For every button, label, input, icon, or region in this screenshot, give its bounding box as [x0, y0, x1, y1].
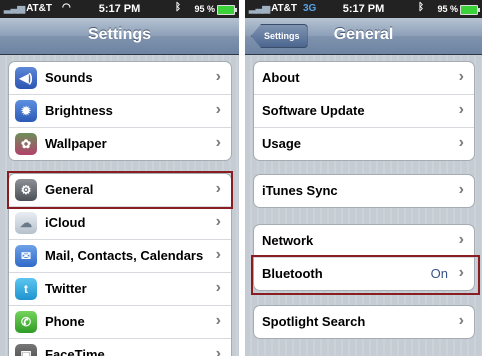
chevron-right-icon: › — [215, 279, 221, 296]
bluetooth-icon: ᛒ — [418, 2, 424, 13]
gear-icon: ⚙ — [15, 179, 37, 201]
chevron-right-icon: › — [215, 312, 221, 329]
battery-percent: 95 % — [194, 4, 215, 14]
general-row-software-update[interactable]: Software Update › — [254, 95, 474, 128]
status-bar: ▂▃▅ AT&T 3G 5:17 PM ᛒ 95 % — [245, 0, 482, 18]
chevron-right-icon: › — [458, 134, 464, 151]
envelope-icon: ✉ — [15, 245, 37, 267]
chevron-right-icon: › — [215, 345, 221, 356]
flower-icon: ✿ — [15, 133, 37, 155]
page-title: Settings — [87, 26, 152, 43]
battery-icon — [217, 5, 237, 15]
general-group-1: About › Software Update › Usage › — [253, 61, 475, 161]
settings-row-phone[interactable]: ✆ Phone › — [9, 306, 231, 339]
general-row-itunes-sync[interactable]: iTunes Sync › — [254, 175, 474, 207]
settings-row-twitter[interactable]: t Twitter › — [9, 273, 231, 306]
general-row-usage[interactable]: Usage › — [254, 128, 474, 160]
settings-row-sounds[interactable]: ◀) Sounds › — [9, 62, 231, 95]
cloud-icon: ☁ — [15, 212, 37, 234]
chevron-right-icon: › — [458, 181, 464, 198]
chevron-right-icon: › — [215, 246, 221, 263]
settings-row-brightness[interactable]: ✹ Brightness › — [9, 95, 231, 128]
bluetooth-icon: ᛒ — [175, 2, 181, 13]
chevron-right-icon: › — [458, 68, 464, 85]
settings-group-1: ◀) Sounds › ✹ Brightness › ✿ Wallpaper › — [8, 61, 232, 161]
general-row-bluetooth[interactable]: Bluetooth On › — [254, 258, 474, 290]
general-row-spotlight-search[interactable]: Spotlight Search › — [254, 306, 474, 338]
nav-bar: Settings General — [245, 18, 482, 55]
general-group-2: iTunes Sync › — [253, 174, 475, 208]
general-row-about[interactable]: About › — [254, 62, 474, 95]
chevron-right-icon: › — [215, 101, 221, 118]
settings-screen: ▂▃▅ AT&T ◠ 5:17 PM ᛒ 95 % Settings ◀) Sou… — [0, 0, 239, 356]
chevron-right-icon: › — [458, 264, 464, 281]
page-title: General — [333, 26, 394, 43]
chevron-right-icon: › — [215, 213, 221, 230]
chevron-right-icon: › — [458, 231, 464, 248]
speaker-icon: ◀) — [15, 67, 37, 89]
status-bar: ▂▃▅ AT&T ◠ 5:17 PM ᛒ 95 % — [0, 0, 239, 18]
settings-row-icloud[interactable]: ☁ iCloud › — [9, 207, 231, 240]
chevron-right-icon: › — [215, 180, 221, 197]
chevron-right-icon: › — [458, 101, 464, 118]
chevron-right-icon: › — [215, 134, 221, 151]
settings-row-mail[interactable]: ✉ Mail, Contacts, Calendars › — [9, 240, 231, 273]
settings-row-general[interactable]: ⚙ General › — [9, 174, 231, 207]
chevron-right-icon: › — [215, 68, 221, 85]
phone-icon: ✆ — [15, 311, 37, 333]
battery-icon — [460, 5, 480, 15]
bluetooth-value: On — [430, 266, 448, 281]
general-group-3: Network › Bluetooth On › — [253, 224, 475, 291]
battery-percent: 95 % — [437, 4, 458, 14]
general-row-network[interactable]: Network › — [254, 225, 474, 258]
settings-row-wallpaper[interactable]: ✿ Wallpaper › — [9, 128, 231, 160]
general-group-4: Spotlight Search › — [253, 305, 475, 339]
settings-group-2: ⚙ General › ☁ iCloud › ✉ Mail, Contacts,… — [8, 173, 232, 356]
camera-icon: ▣ — [15, 344, 37, 356]
settings-row-facetime[interactable]: ▣ FaceTime › — [9, 339, 231, 356]
bird-icon: t — [15, 278, 37, 300]
general-screen: ▂▃▅ AT&T 3G 5:17 PM ᛒ 95 % Settings Genera… — [245, 0, 482, 356]
nav-bar: Settings — [0, 18, 239, 55]
chevron-right-icon: › — [458, 312, 464, 329]
sun-icon: ✹ — [15, 100, 37, 122]
